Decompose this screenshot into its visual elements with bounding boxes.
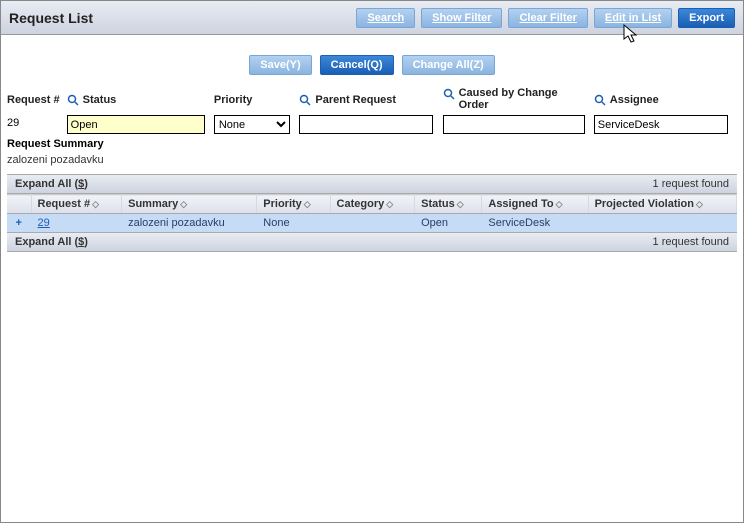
sort-icon: ◇ bbox=[304, 199, 310, 209]
sort-icon: ◇ bbox=[556, 199, 562, 209]
expand-bar-top: Expand All ($) 1 request found bbox=[7, 174, 737, 194]
expand-all-link[interactable]: Expand All ($) bbox=[15, 236, 88, 248]
summary-label: Request Summary bbox=[7, 138, 737, 150]
expand-bar-bottom: Expand All ($) 1 request found bbox=[7, 232, 737, 252]
sort-icon: ◇ bbox=[457, 199, 463, 209]
assignee-label: Assignee bbox=[594, 87, 737, 115]
expand-all-link[interactable]: Expand All ($) bbox=[15, 178, 88, 190]
request-count: 1 request found bbox=[653, 178, 729, 190]
cell-status: Open bbox=[415, 214, 482, 233]
lookup-icon[interactable] bbox=[443, 88, 455, 100]
caused-by-change-label: Caused by Change Order bbox=[443, 87, 594, 115]
request-num-value: 29 bbox=[7, 115, 67, 129]
lookup-icon[interactable] bbox=[67, 94, 79, 106]
col-assigned-to[interactable]: Assigned To◇ bbox=[482, 195, 588, 214]
assignee-input[interactable] bbox=[594, 115, 728, 134]
lookup-icon[interactable] bbox=[594, 94, 606, 106]
sort-icon: ◇ bbox=[386, 199, 392, 209]
cell-category bbox=[330, 214, 415, 233]
sort-icon: ◇ bbox=[92, 199, 98, 209]
parent-request-input[interactable] bbox=[299, 115, 433, 134]
filter-fields-row: Request # 29 Status Priority None Parent… bbox=[7, 87, 737, 134]
col-request-num[interactable]: Request #◇ bbox=[31, 195, 122, 214]
col-priority[interactable]: Priority◇ bbox=[257, 195, 330, 214]
cell-priority: None bbox=[257, 214, 330, 233]
summary-block: Request Summary zalozeni pozadavku bbox=[7, 138, 737, 166]
page-title: Request List bbox=[9, 10, 93, 26]
save-button[interactable]: Save(Y) bbox=[249, 55, 311, 75]
col-summary[interactable]: Summary◇ bbox=[122, 195, 257, 214]
col-expand bbox=[7, 195, 31, 214]
search-button[interactable]: Search bbox=[356, 8, 415, 28]
request-count: 1 request found bbox=[653, 236, 729, 248]
col-category[interactable]: Category◇ bbox=[330, 195, 415, 214]
change-all-button[interactable]: Change All(Z) bbox=[402, 55, 495, 75]
col-status[interactable]: Status◇ bbox=[415, 195, 482, 214]
show-filter-button[interactable]: Show Filter bbox=[421, 8, 502, 28]
cancel-button[interactable]: Cancel(Q) bbox=[320, 55, 394, 75]
summary-value: zalozeni pozadavku bbox=[7, 154, 737, 166]
priority-label: Priority bbox=[214, 87, 300, 115]
table-header-row: Request #◇ Summary◇ Priority◇ Category◇ … bbox=[7, 195, 737, 214]
cell-summary: zalozeni pozadavku bbox=[122, 214, 257, 233]
sort-icon: ◇ bbox=[696, 199, 702, 209]
request-num-label: Request # bbox=[7, 87, 67, 115]
priority-select[interactable]: None bbox=[214, 115, 290, 134]
cell-assigned-to: ServiceDesk bbox=[482, 214, 588, 233]
sort-icon: ◇ bbox=[180, 199, 186, 209]
request-table: Request #◇ Summary◇ Priority◇ Category◇ … bbox=[7, 194, 737, 232]
cell-projected-violation bbox=[588, 214, 736, 233]
clear-filter-button[interactable]: Clear Filter bbox=[508, 8, 587, 28]
edit-in-list-button[interactable]: Edit in List bbox=[594, 8, 672, 28]
lookup-icon[interactable] bbox=[299, 94, 311, 106]
export-button[interactable]: Export bbox=[678, 8, 735, 28]
col-projected-violation[interactable]: Projected Violation◇ bbox=[588, 195, 736, 214]
caused-by-change-input[interactable] bbox=[443, 115, 585, 134]
edit-button-row: Save(Y) Cancel(Q) Change All(Z) bbox=[7, 55, 737, 75]
cell-request-num[interactable]: 29 bbox=[31, 214, 122, 233]
parent-request-label: Parent Request bbox=[299, 87, 442, 115]
titlebar: Request List Search Show Filter Clear Fi… bbox=[1, 1, 743, 35]
top-button-row: Search Show Filter Clear Filter Edit in … bbox=[356, 8, 735, 28]
status-label: Status bbox=[67, 87, 214, 115]
table-row[interactable]: + 29 zalozeni pozadavku None Open Servic… bbox=[7, 214, 737, 233]
status-input[interactable] bbox=[67, 115, 205, 134]
expand-row-icon[interactable]: + bbox=[16, 217, 22, 229]
